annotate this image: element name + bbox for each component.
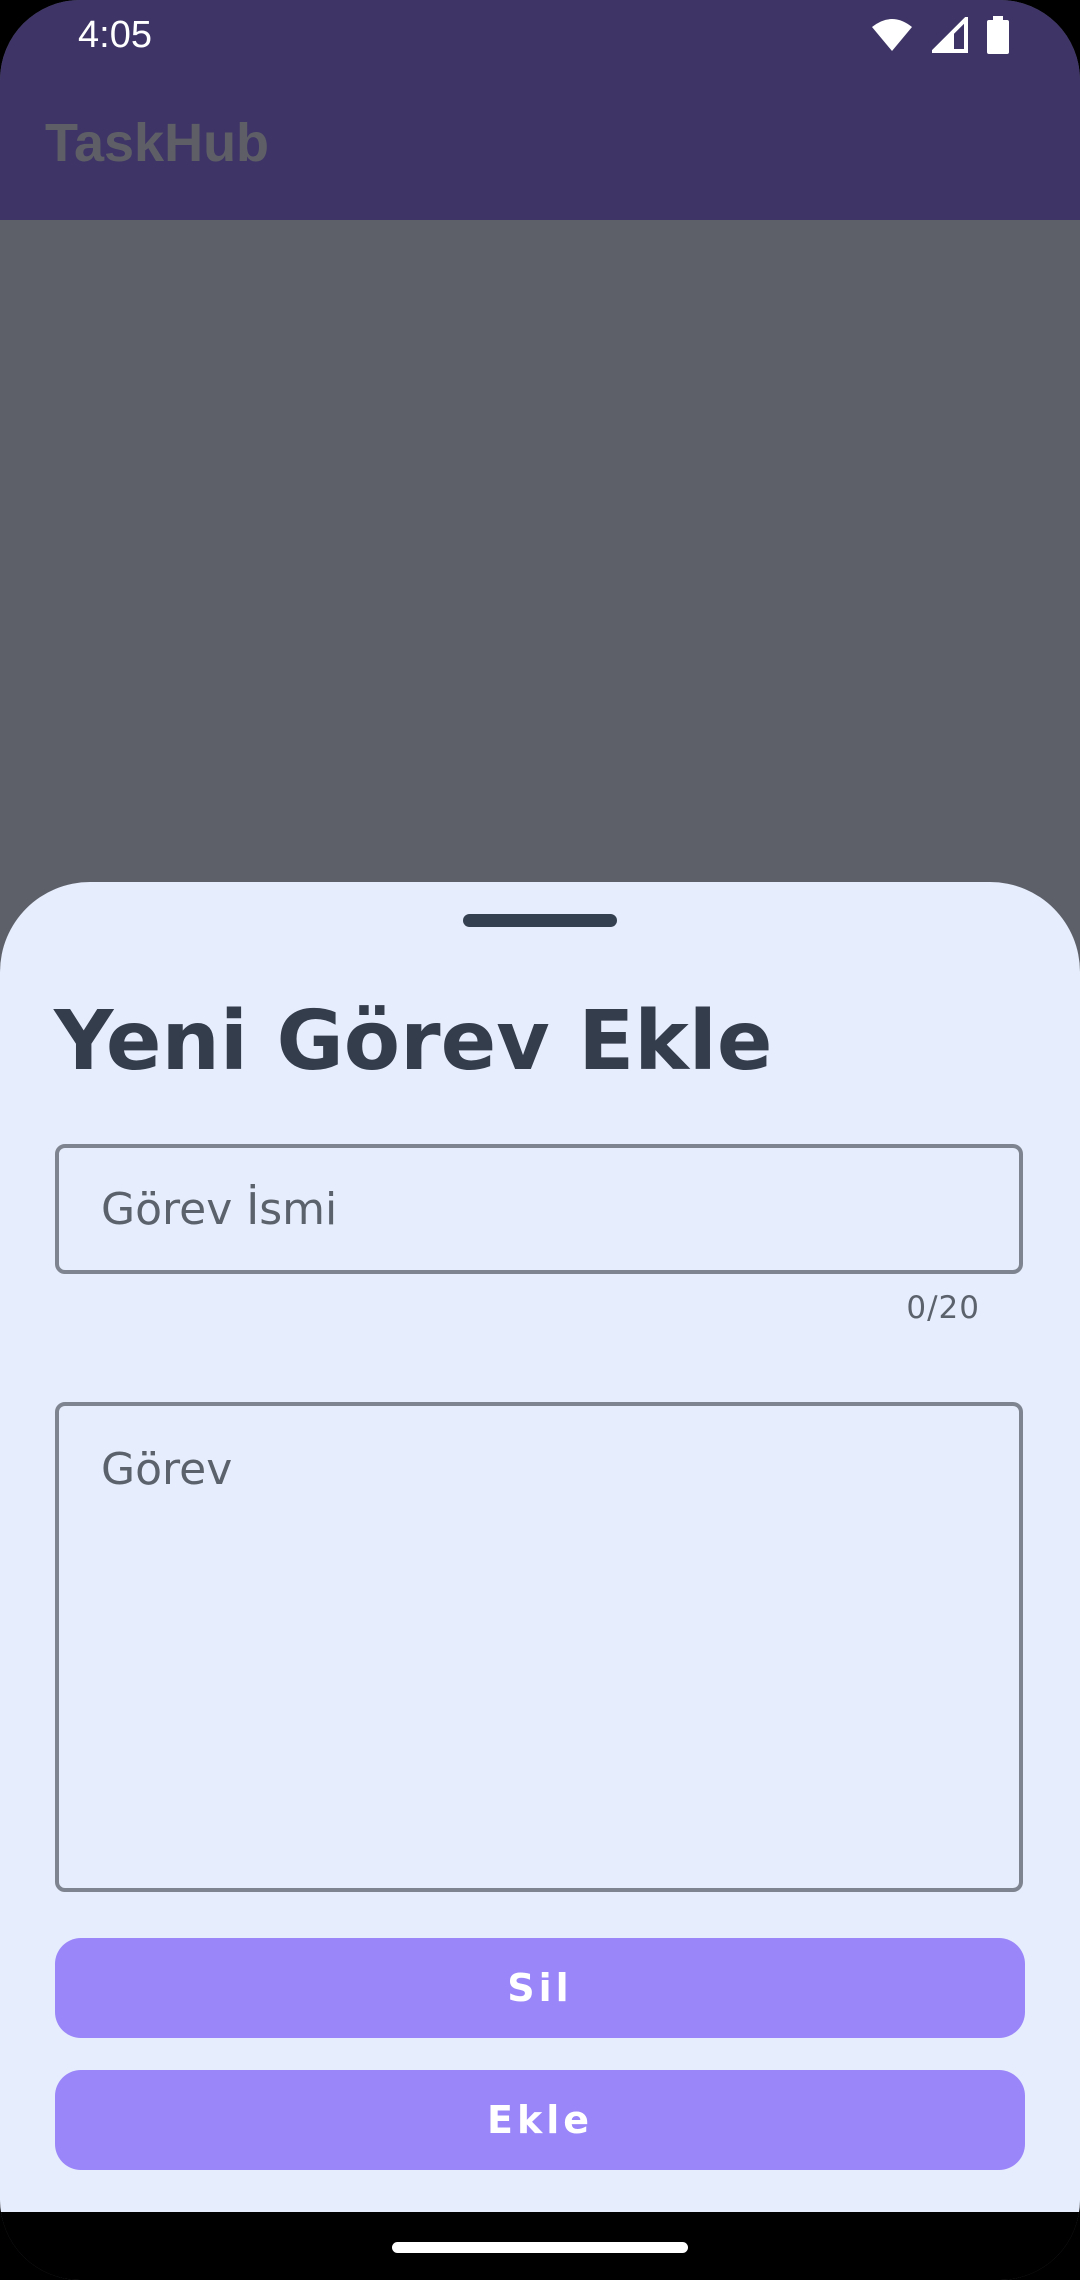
top-bar: 4:05 TaskHub: [0, 0, 1080, 220]
task-description-input[interactable]: Görev: [55, 1402, 1023, 1892]
add-task-bottom-sheet: Yeni Görev Ekle Görev İsmi 0/20 Görev Si…: [0, 882, 1080, 2212]
drag-handle[interactable]: [463, 914, 617, 927]
status-icons: [870, 16, 1010, 54]
task-description-placeholder: Görev: [101, 1444, 233, 1495]
screen: 4:05 TaskHub Yeni Görev Ekle Görev İsmi …: [0, 0, 1080, 2280]
app-title: TaskHub: [45, 113, 270, 173]
battery-icon: [987, 16, 1009, 54]
status-time: 4:05: [78, 14, 152, 56]
task-name-character-counter: 0/20: [906, 1290, 980, 1326]
task-name-input[interactable]: Görev İsmi: [55, 1144, 1023, 1274]
task-name-placeholder: Görev İsmi: [101, 1184, 338, 1235]
dimmed-content-scrim[interactable]: [0, 220, 1080, 920]
cellular-signal-icon: [932, 17, 968, 53]
delete-button[interactable]: Sil: [55, 1938, 1025, 2038]
add-button[interactable]: Ekle: [55, 2070, 1025, 2170]
sheet-title: Yeni Görev Ekle: [54, 994, 773, 1089]
wifi-icon: [872, 19, 912, 51]
navigation-bar: [0, 2212, 1080, 2280]
home-gesture-handle[interactable]: [392, 2242, 688, 2253]
